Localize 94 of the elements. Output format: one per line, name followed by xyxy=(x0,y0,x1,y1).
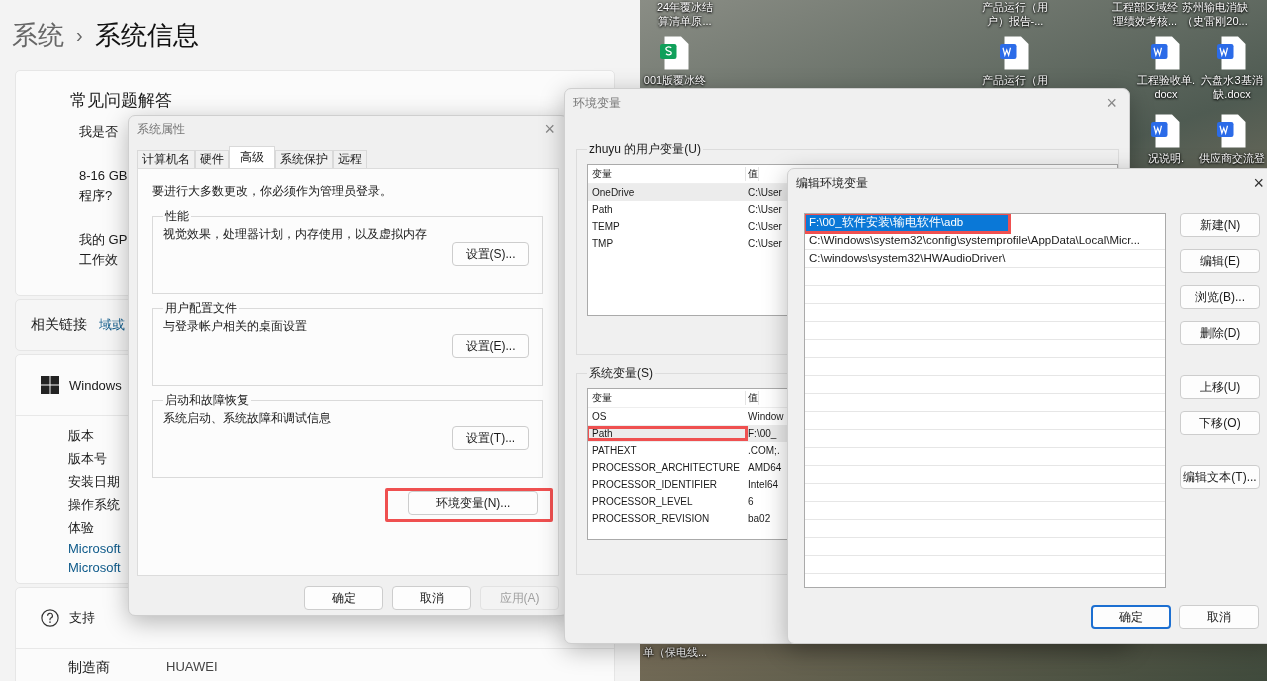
group-title: 用户配置文件 xyxy=(164,300,238,317)
file-name[interactable]: 产品运行（用 户）报告-... xyxy=(982,0,1048,28)
file-name[interactable]: 工程验收单. docx xyxy=(1136,73,1196,101)
spec-value: HUAWEI xyxy=(166,659,218,676)
settings-button[interactable]: 设置(S)... xyxy=(452,242,529,266)
action-button[interactable]: 上移(U) xyxy=(1180,375,1260,399)
spec-label: 制造商 xyxy=(68,659,111,677)
dialog-button[interactable]: 取消 xyxy=(392,586,471,610)
variable-value: Intel64 xyxy=(747,479,779,490)
action-button[interactable]: 编辑(E) xyxy=(1180,249,1260,273)
variable-name: PROCESSOR_REVISION xyxy=(591,513,711,524)
tab[interactable]: 远程 xyxy=(333,150,367,168)
action-button[interactable]: 浏览(B)... xyxy=(1180,285,1260,309)
variable-name: PATHEXT xyxy=(591,445,638,456)
variable-value: C:\User xyxy=(747,238,782,249)
action-button[interactable]: 下移(O) xyxy=(1180,411,1260,435)
variable-value: 6 xyxy=(747,496,754,507)
path-entry[interactable]: C:\Windows\system32\config\systemprofile\AppData\Local\Micr... xyxy=(805,232,1165,250)
group-title: zhuyu 的用户变量(U) xyxy=(588,141,702,158)
window-title: 编辑环境变量 xyxy=(796,174,868,192)
file-name[interactable]: 供应商交流登 xyxy=(1199,151,1265,165)
settings-button[interactable]: 设置(E)... xyxy=(452,334,529,358)
variable-name: OS xyxy=(591,411,608,422)
window-title: 环境变量 xyxy=(573,94,621,112)
group-title: 系统变量(S) xyxy=(588,365,654,382)
group-title: 性能 xyxy=(164,208,190,225)
faq-title: 常见问题解答 xyxy=(70,90,172,112)
variable-value: F:\00_ xyxy=(747,428,777,439)
spec-label: 安装日期 xyxy=(68,473,120,491)
spec-link[interactable]: Microsoft xyxy=(68,539,121,558)
breadcrumb-parent[interactable]: 系统 xyxy=(12,17,64,53)
variable-name: Path xyxy=(591,204,614,215)
group-title: 启动和故障恢复 xyxy=(164,392,250,409)
path-entry[interactable]: C:\windows\system32\HWAudioDriver\ xyxy=(805,250,1165,268)
tab[interactable]: 计算机名 xyxy=(137,150,195,168)
variable-name: TEMP xyxy=(591,221,621,232)
spec-link[interactable]: Microsoft xyxy=(68,558,121,577)
file-name[interactable]: 产品运行（用 xyxy=(982,73,1048,87)
environment-variables-button[interactable]: 环境变量(N)... xyxy=(408,491,538,515)
dialog-button[interactable]: 确定 xyxy=(1091,605,1171,629)
window-title: 系统属性 xyxy=(137,120,185,138)
dialog-button[interactable]: 取消 xyxy=(1179,605,1259,629)
tab[interactable]: 系统保护 xyxy=(275,150,333,168)
file-name[interactable]: 六盘水3基消 缺.docx xyxy=(1201,73,1263,101)
section-title: 支持 xyxy=(69,609,95,627)
action-button[interactable]: 删除(D) xyxy=(1180,321,1260,345)
help-icon xyxy=(41,609,59,627)
file-name[interactable]: 单（保电线... xyxy=(642,645,708,659)
related-links-label: 相关链接 xyxy=(31,316,87,334)
windows-logo-icon xyxy=(41,376,59,394)
variable-value: .COM;. xyxy=(747,445,780,456)
tab[interactable]: 硬件 xyxy=(195,150,229,168)
settings-button[interactable]: 设置(T)... xyxy=(452,426,529,450)
file-name[interactable]: 001版覆冰终 xyxy=(643,73,707,87)
column-header[interactable]: 值 xyxy=(746,391,759,405)
column-header[interactable]: 变量 xyxy=(588,391,746,405)
close-button[interactable]: × xyxy=(1249,172,1267,194)
spec-label: 版本 xyxy=(68,427,94,445)
tab[interactable]: 高级 xyxy=(229,146,275,168)
action-button[interactable]: 编辑文本(T)... xyxy=(1180,465,1260,489)
column-header[interactable]: 变量 xyxy=(588,167,746,181)
breadcrumb-separator: › xyxy=(76,23,83,47)
variable-name: PROCESSOR_IDENTIFIER xyxy=(591,479,719,490)
action-button[interactable]: 新建(N) xyxy=(1180,213,1260,237)
path-entry[interactable]: F:\00_软件安装\输电软件\adb xyxy=(805,214,1009,232)
section-title: Windows xyxy=(69,377,122,393)
column-header[interactable]: 值 xyxy=(746,167,759,181)
file-name[interactable]: 工程部区域经 理绩效考核... xyxy=(1112,0,1178,28)
variable-name: PROCESSOR_LEVEL xyxy=(591,496,694,507)
variable-name: OneDrive xyxy=(591,187,636,198)
faq-question[interactable]: 我是否 xyxy=(79,122,118,142)
variable-name: TMP xyxy=(591,238,615,249)
notice-text: 要进行大多数更改，你必须作为管理员登录。 xyxy=(152,183,393,200)
file-name[interactable]: 苏州输电消缺 （史雷刚20... xyxy=(1182,0,1248,28)
variable-value: C:\User xyxy=(747,187,782,198)
variable-value: C:\User xyxy=(747,204,782,215)
variable-value: Window xyxy=(747,411,784,422)
related-link[interactable]: 域或 xyxy=(99,316,125,334)
group-description: 系统启动、系统故障和调试信息 xyxy=(163,411,332,426)
faq-question[interactable]: 8-16 GB 程序? xyxy=(79,166,128,206)
spec-label: 版本号 xyxy=(68,450,107,468)
group-description: 视觉效果，处理器计划，内存使用，以及虚拟内存 xyxy=(163,227,428,242)
variable-value: ba02 xyxy=(747,513,771,524)
variable-value: AMD64 xyxy=(747,462,782,473)
spec-label: 体验 xyxy=(68,519,94,537)
variable-name: Path xyxy=(588,428,746,439)
dialog-button[interactable]: 确定 xyxy=(304,586,383,610)
variable-name: PROCESSOR_ARCHITECTURE xyxy=(591,462,741,473)
file-name[interactable]: 况说明. xyxy=(1147,151,1185,165)
faq-question[interactable]: 我的 GP 工作效 xyxy=(79,230,128,270)
variable-value: C:\User xyxy=(747,221,782,232)
group-description: 与登录帐户相关的桌面设置 xyxy=(163,319,308,334)
spec-label: 操作系统 xyxy=(68,496,120,514)
page-title: 系统信息 xyxy=(94,18,199,52)
